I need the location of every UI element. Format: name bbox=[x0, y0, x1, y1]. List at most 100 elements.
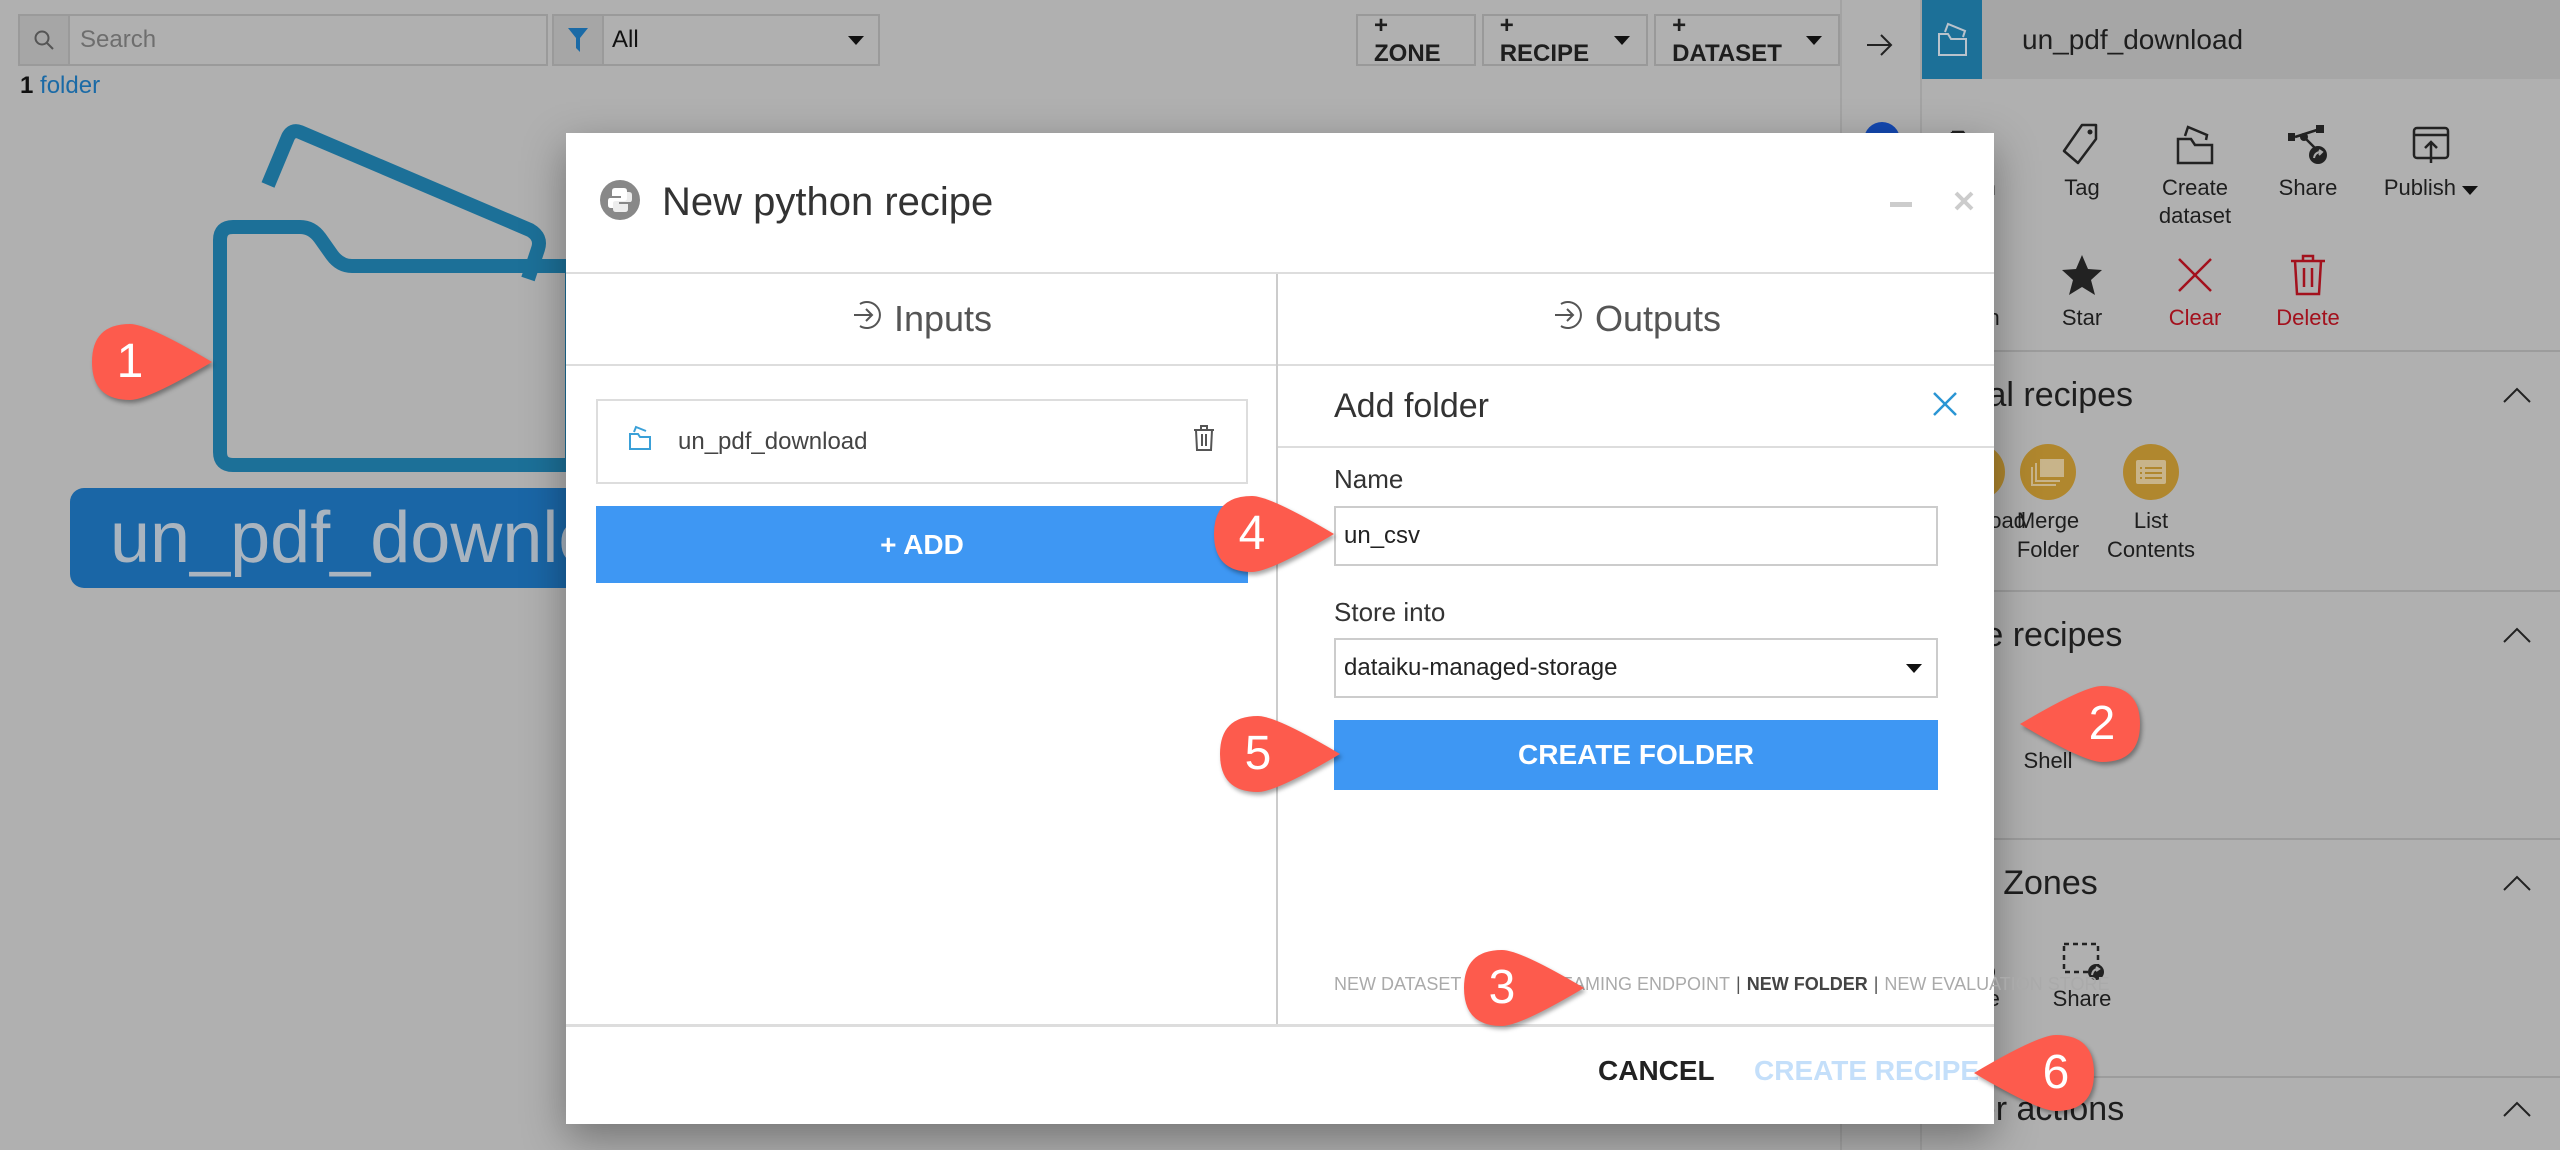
chevron-down-icon bbox=[1614, 35, 1631, 45]
action-label: Star bbox=[2061, 305, 2103, 330]
folder-icon bbox=[628, 425, 652, 458]
filter-value: All bbox=[612, 26, 639, 53]
inputs-column: Inputs un_pdf_download + ADD bbox=[566, 274, 1278, 1024]
add-recipe-label: + RECIPE bbox=[1499, 12, 1590, 67]
callout-badge: 5 bbox=[1218, 714, 1340, 794]
add-input-button[interactable]: + ADD bbox=[596, 506, 1248, 583]
callout-number: 4 bbox=[1238, 507, 1266, 560]
callout-number: 3 bbox=[1488, 961, 1516, 1014]
new-folder-link[interactable]: NEW FOLDER bbox=[1747, 974, 1868, 995]
callout-badge: 4 bbox=[1212, 494, 1334, 574]
action-label: Create dataset bbox=[2158, 175, 2232, 228]
publish-icon bbox=[2366, 120, 2496, 170]
cancel-button[interactable]: CANCEL bbox=[1598, 1055, 1715, 1087]
action-delete[interactable]: Delete bbox=[2253, 250, 2363, 332]
store-into-value: dataiku-managed-storage bbox=[1344, 654, 1618, 681]
modal-footer: CANCEL CREATE RECIPE bbox=[566, 1024, 1994, 1124]
action-publish[interactable]: Publish bbox=[2366, 120, 2496, 202]
create-recipe-button[interactable]: CREATE RECIPE bbox=[1754, 1055, 1979, 1087]
recipe-label: Merge Folder bbox=[2016, 508, 2080, 562]
callout-badge: 3 bbox=[1462, 948, 1584, 1028]
merge-folder-icon bbox=[2020, 444, 2076, 500]
name-label: Name bbox=[1334, 464, 1404, 494]
filter-select[interactable]: All bbox=[552, 14, 880, 66]
callout-number: 6 bbox=[2042, 1046, 2070, 1099]
chevron-down-icon bbox=[848, 35, 864, 45]
share-icon bbox=[2253, 120, 2363, 170]
search-box[interactable] bbox=[18, 14, 548, 66]
modal-title: New python recipe bbox=[662, 180, 994, 224]
star-icon bbox=[2027, 250, 2137, 300]
count-number: 1 bbox=[20, 72, 34, 99]
action-tag[interactable]: Tag bbox=[2027, 120, 2137, 202]
recipe-label: List Contents bbox=[2106, 508, 2196, 562]
callout-number: 1 bbox=[116, 335, 144, 388]
recipe-list-contents[interactable]: List Contents bbox=[2096, 444, 2206, 564]
action-share[interactable]: Share bbox=[2253, 120, 2363, 202]
chevron-down-icon bbox=[2462, 186, 2479, 195]
output-arrow-icon bbox=[1551, 298, 1583, 340]
folder-node-label[interactable]: un_pdf_download bbox=[70, 488, 590, 588]
add-dataset-label: + DATASET bbox=[1672, 12, 1782, 67]
callout-badge: 1 bbox=[90, 322, 212, 402]
new-recipe-modal: New python recipe Inputs un_pdf_download… bbox=[566, 133, 2109, 1124]
item-count: 1 folder bbox=[20, 72, 100, 100]
input-arrow-icon bbox=[850, 298, 882, 340]
search-input[interactable] bbox=[70, 16, 546, 64]
chevron-down-icon bbox=[1906, 663, 1922, 673]
add-zone-label: + ZONE bbox=[1374, 12, 1441, 67]
new-dataset-link[interactable]: NEW DATASET bbox=[1334, 974, 1461, 995]
action-star[interactable]: Star bbox=[2027, 250, 2137, 332]
filter-icon bbox=[554, 16, 604, 64]
store-into-select[interactable]: dataiku-managed-storage bbox=[1334, 638, 1938, 698]
chevron-up-icon[interactable] bbox=[2502, 1100, 2532, 1123]
minimize-icon[interactable] bbox=[1890, 195, 1912, 213]
create-folder-button[interactable]: CREATE FOLDER bbox=[1334, 720, 1938, 790]
inputs-header: Inputs bbox=[893, 298, 993, 339]
new-evaluation-store-link[interactable]: NEW EVALUATION STORE bbox=[1884, 974, 2109, 995]
add-recipe-button[interactable]: + RECIPE bbox=[1481, 12, 1649, 67]
list-contents-icon bbox=[2123, 444, 2179, 500]
action-label: Clear bbox=[2168, 305, 2222, 330]
close-icon[interactable] bbox=[1954, 191, 1974, 216]
section-visual-recipes: Visual recipes Download Merge Folder Lis… bbox=[1922, 350, 2560, 590]
python-icon bbox=[600, 180, 640, 225]
callout-badge: 6 bbox=[1966, 1033, 2094, 1113]
action-label: Delete bbox=[2276, 305, 2340, 330]
action-clear[interactable]: Clear bbox=[2140, 250, 2250, 332]
recipe-merge-folder[interactable]: Merge Folder bbox=[1993, 444, 2103, 564]
store-into-label: Store into bbox=[1334, 597, 1446, 627]
folder-icon bbox=[1922, 0, 1982, 79]
x-icon bbox=[2140, 250, 2250, 300]
new-output-links: NEW DATASET| NEW STREAMING ENDPOINT| NEW… bbox=[1334, 974, 2110, 995]
chevron-up-icon[interactable] bbox=[2502, 386, 2532, 409]
callout-number: 2 bbox=[2088, 697, 2116, 750]
folder-node-icon[interactable] bbox=[200, 110, 587, 480]
input-item-name: un_pdf_download bbox=[678, 427, 868, 455]
callout-number: 5 bbox=[1244, 727, 1272, 780]
folder-icon bbox=[2140, 120, 2250, 170]
trash-icon[interactable] bbox=[1192, 424, 1216, 459]
action-create-dataset[interactable]: Create dataset bbox=[2140, 120, 2250, 230]
folder-name-input[interactable] bbox=[1334, 506, 1938, 566]
search-icon bbox=[20, 16, 70, 64]
input-item: un_pdf_download bbox=[596, 399, 1248, 484]
panel-title: un_pdf_download bbox=[2022, 23, 2244, 55]
action-label: Publish bbox=[2383, 175, 2457, 200]
outputs-column: Outputs Add folder Name Store into datai… bbox=[1278, 274, 2109, 1024]
chevron-up-icon[interactable] bbox=[2502, 626, 2532, 649]
action-label: Tag bbox=[2064, 175, 2100, 200]
callout-badge: 2 bbox=[2012, 684, 2140, 764]
chevron-up-icon[interactable] bbox=[2502, 874, 2532, 897]
action-label: Share bbox=[2278, 175, 2338, 200]
add-zone-button[interactable]: + ZONE bbox=[1356, 12, 1476, 67]
chevron-down-icon bbox=[1806, 35, 1822, 45]
add-dataset-button[interactable]: + DATASET bbox=[1654, 12, 1840, 67]
outputs-header: Outputs bbox=[1594, 298, 1722, 339]
trash-icon bbox=[2253, 250, 2363, 300]
tag-icon bbox=[2027, 120, 2137, 170]
arrow-right-icon[interactable] bbox=[1864, 30, 1894, 65]
close-icon[interactable] bbox=[1932, 387, 1958, 426]
add-folder-title: Add folder bbox=[1334, 386, 1489, 425]
count-link[interactable]: folder bbox=[40, 72, 100, 99]
